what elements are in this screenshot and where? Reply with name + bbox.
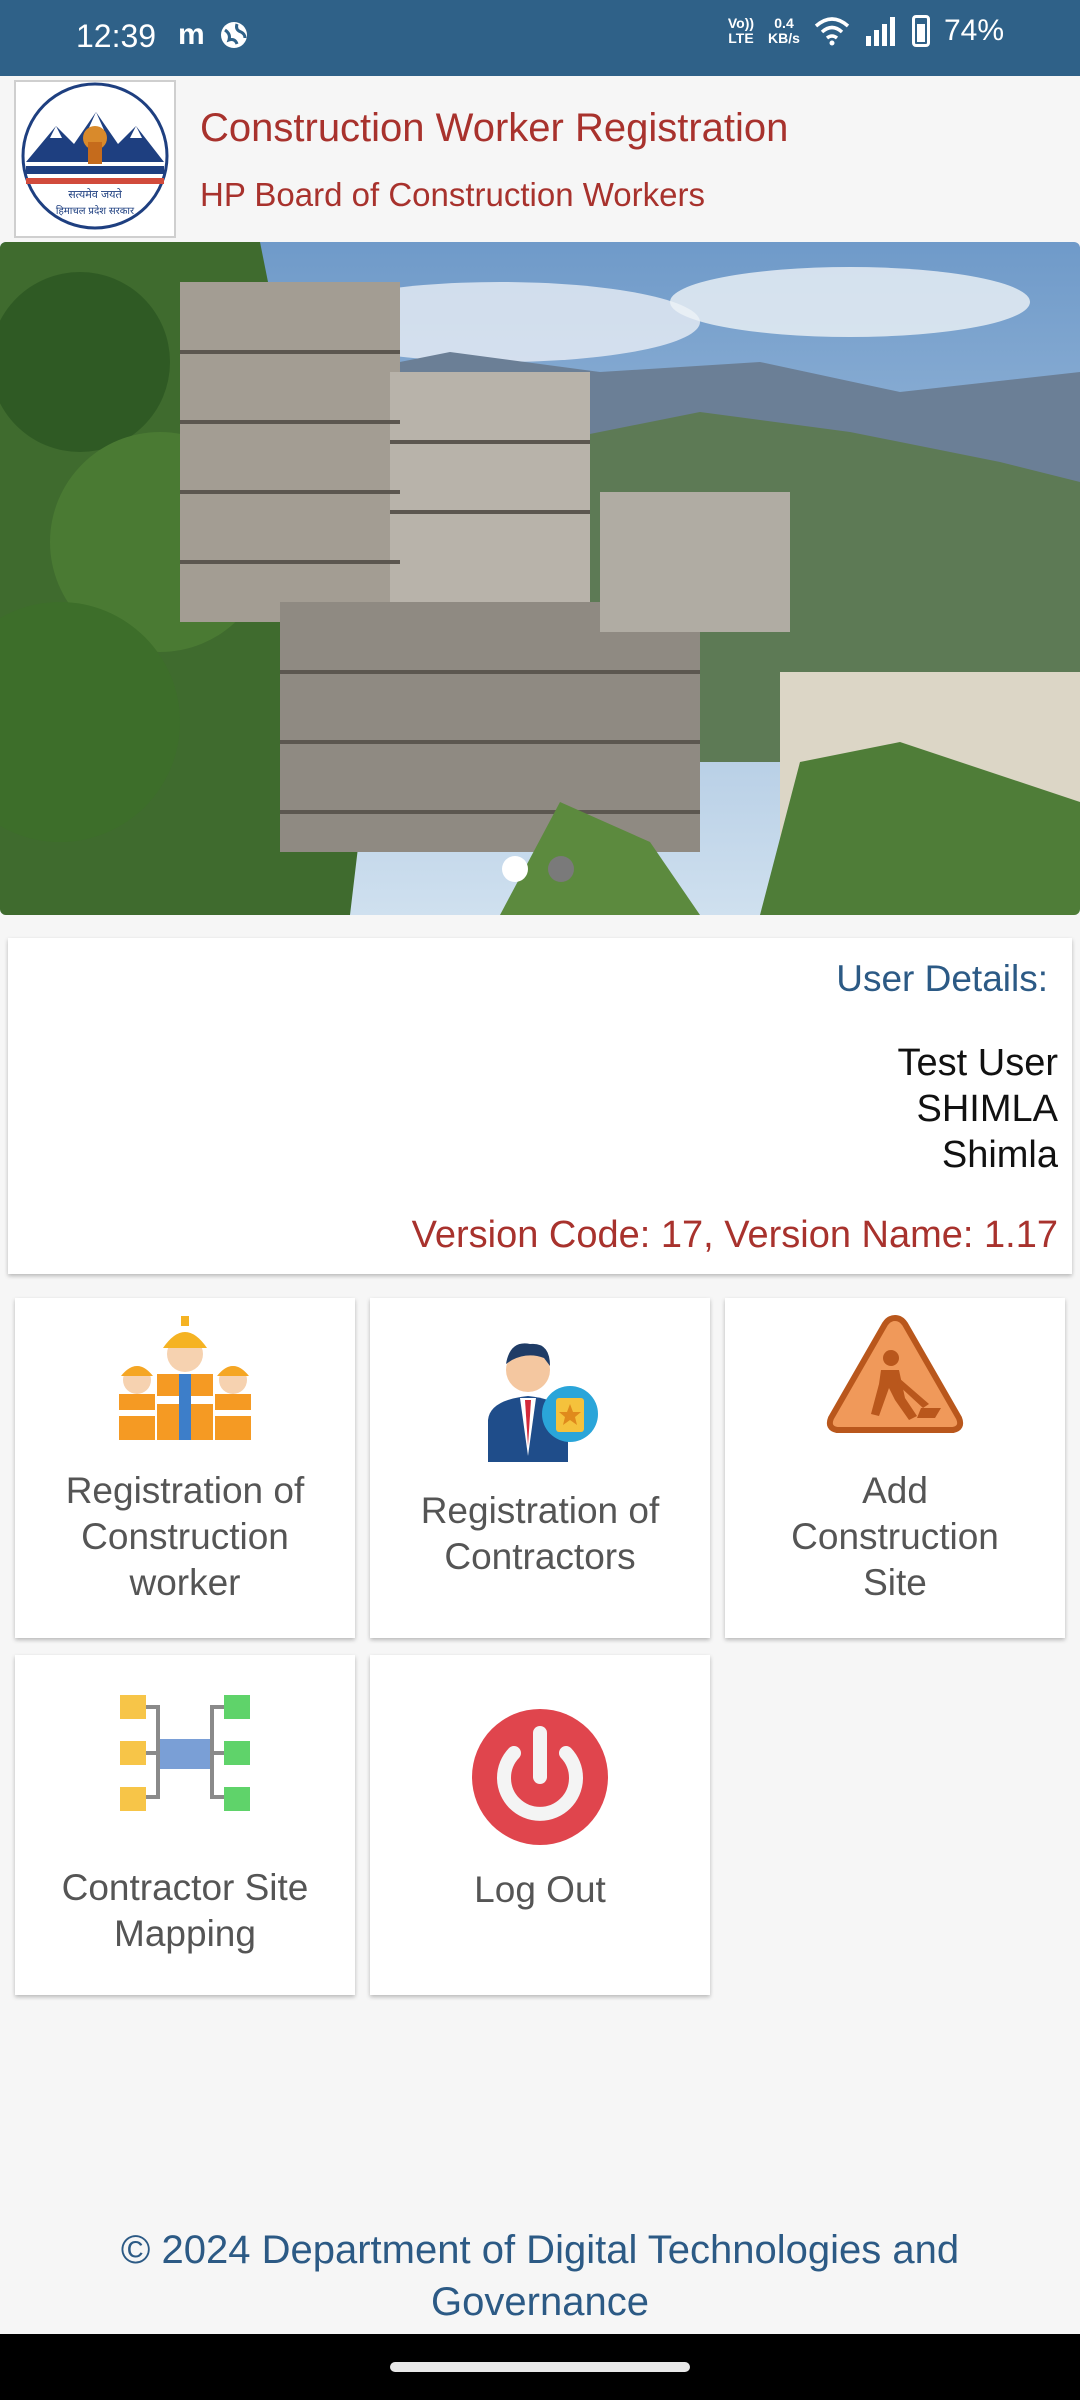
footer-copyright: © 2024 Department of Digital Technologie… [120, 2228, 960, 2324]
hp-govt-logo: सत्यमेव जयते हिमाचल प्रदेश सरकार [14, 80, 176, 238]
app-header: सत्यमेव जयते हिमाचल प्रदेश सरकार Constru… [0, 76, 1080, 240]
globe-icon [220, 22, 247, 48]
svg-text:सत्यमेव जयते: सत्यमेव जयते [68, 188, 122, 201]
signal-icon [865, 17, 895, 46]
battery-icon [911, 15, 930, 47]
power-icon [472, 1709, 608, 1845]
system-icons: Vo)) LTE 0.4 KB/s 74% [728, 14, 1004, 48]
user-details-label: User Details: [836, 958, 1048, 999]
m-app-icon: m [178, 18, 205, 51]
carousel-dot-active[interactable] [502, 856, 528, 882]
status-bar: 12:39 m Vo)) LTE 0.4 KB/s 74% [0, 0, 1080, 76]
tile-label: Registration of Construction worker [65, 1470, 305, 1603]
volte-icon: Vo)) LTE [727, 15, 755, 46]
carousel-indicators [502, 856, 574, 882]
system-navigation-bar [0, 2334, 1080, 2400]
user-details-card: User Details: Test User SHIMLA Shimla Ve… [8, 938, 1072, 1274]
app-title: Construction Worker Registration [200, 106, 789, 150]
site-mapping-icon [120, 1695, 250, 1811]
banner-carousel[interactable] [0, 242, 1080, 915]
wifi-icon [814, 17, 850, 46]
version-info: Version Code: 17, Version Name: 1.17 [411, 1214, 1058, 1256]
notification-icons: m [178, 18, 249, 52]
register-worker-tile[interactable]: Registration of Construction worker [15, 1298, 355, 1638]
user-name: Test User [897, 1042, 1058, 1084]
workers-icon [119, 1316, 251, 1440]
carousel-dot[interactable] [548, 856, 574, 882]
contractor-site-mapping-tile[interactable]: Contractor Site Mapping [15, 1655, 355, 1995]
add-construction-site-tile[interactable]: Add Construction Site [725, 1298, 1065, 1638]
logout-tile[interactable]: Log Out [370, 1655, 710, 1995]
banner-image [0, 242, 1080, 915]
register-contractor-tile[interactable]: Registration of Contractors [370, 1298, 710, 1638]
tile-label: Contractor Site Mapping [61, 1867, 309, 1954]
construction-site-icon [826, 1314, 964, 1433]
status-time: 12:39 [76, 18, 157, 54]
contractor-icon [488, 1343, 598, 1462]
tile-label: Registration of Contractors [420, 1490, 660, 1577]
home-gesture-handle[interactable] [390, 2362, 690, 2372]
tile-label: Add Construction Site [791, 1470, 999, 1603]
user-block: Shimla [941, 1134, 1058, 1176]
tile-label: Log Out [474, 1869, 606, 1910]
network-speed: 0.4 KB/s [768, 15, 800, 46]
user-district: SHIMLA [916, 1088, 1058, 1130]
app-subtitle: HP Board of Construction Workers [200, 176, 705, 213]
battery-percent: 74% [943, 14, 1004, 47]
svg-text:हिमाचल प्रदेश सरकार: हिमाचल प्रदेश सरकार [56, 205, 135, 217]
